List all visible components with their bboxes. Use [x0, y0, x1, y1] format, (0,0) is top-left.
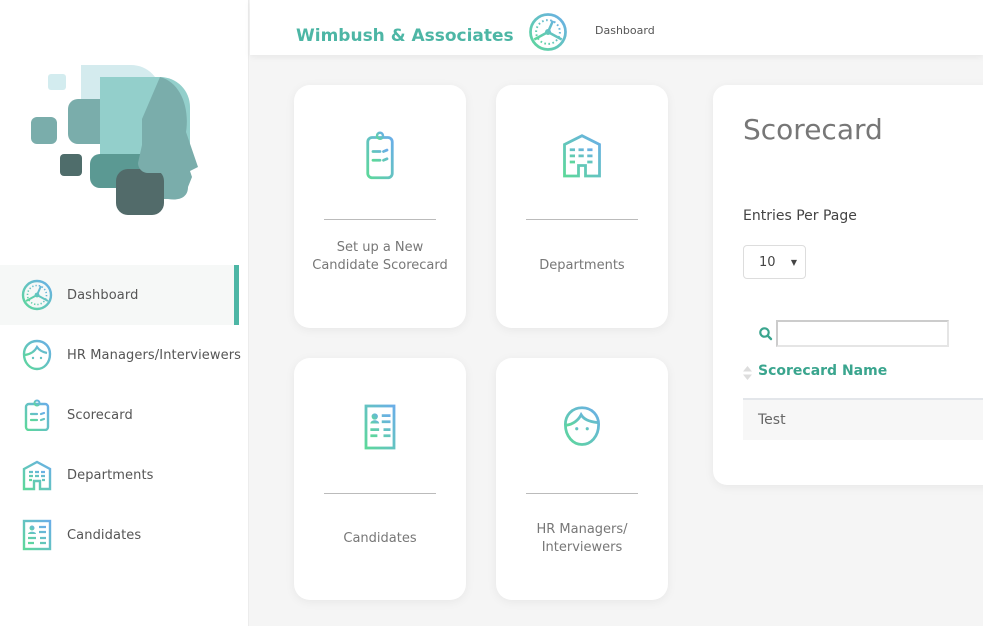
clipboard-icon [21, 399, 53, 431]
sidebar-item-label: Departments [67, 467, 154, 483]
dashboard-gauge-icon [21, 279, 53, 311]
tile-new-scorecard[interactable]: Set up a New Candidate Scorecard [294, 85, 466, 328]
sidebar-item-hr-managers[interactable]: HR Managers/Interviewers [0, 325, 249, 385]
company-name: Wimbush & Associates [296, 26, 514, 46]
tile-departments[interactable]: Departments [496, 85, 668, 328]
tile-label: Departments [539, 258, 625, 273]
sidebar-nav: Dashboard HR Managers/Interviewers Score… [0, 265, 249, 565]
entries-per-page-label: Entries Per Page [743, 208, 857, 224]
tile-divider [526, 493, 638, 494]
building-icon [554, 127, 610, 183]
caret-down-icon: ▼ [790, 258, 797, 267]
tile-divider [324, 219, 436, 220]
search-icon [758, 326, 774, 342]
clipboard-icon [352, 127, 408, 183]
panel-title: Scorecard [743, 113, 883, 146]
person-face-icon [554, 399, 610, 455]
dashboard-gauge-icon [528, 12, 568, 52]
id-card-icon [21, 519, 53, 551]
sidebar-item-label: Candidates [67, 527, 142, 543]
sidebar-item-label: Dashboard [67, 287, 139, 303]
sidebar-item-scorecard[interactable]: Scorecard [0, 385, 249, 445]
scorecard-name-cell: Test [758, 412, 786, 428]
top-bar: Wimbush & Associates Dashboard [250, 0, 983, 55]
sidebar: Dashboard HR Managers/Interviewers Score… [0, 0, 249, 626]
tile-label: HR Managers/ Interviewers [536, 522, 628, 555]
table-row[interactable]: Test [743, 398, 983, 440]
scorecard-panel: Scorecard Entries Per Page 10 ▼ Scorecar… [713, 85, 983, 485]
id-card-icon [352, 399, 408, 455]
person-face-icon [21, 339, 53, 371]
tile-divider [526, 219, 638, 220]
sidebar-item-departments[interactable]: Departments [0, 445, 249, 505]
sort-icon[interactable] [742, 365, 753, 381]
entries-per-page-select[interactable]: 10 ▼ [743, 245, 806, 279]
sidebar-item-label: HR Managers/Interviewers [67, 347, 242, 363]
tile-divider [324, 493, 436, 494]
sidebar-item-label: Scorecard [67, 407, 133, 423]
sidebar-item-dashboard[interactable]: Dashboard [0, 265, 239, 325]
tile-candidates[interactable]: Candidates [294, 358, 466, 600]
column-header-scorecard-name[interactable]: Scorecard Name [758, 363, 887, 379]
head-profile-logo [28, 64, 204, 218]
building-icon [21, 459, 53, 491]
sidebar-item-candidates[interactable]: Candidates [0, 505, 249, 565]
tile-label: Set up a New Candidate Scorecard [312, 240, 448, 273]
entries-per-page-value: 10 [759, 254, 776, 270]
tile-label: Candidates [343, 531, 417, 546]
search-input[interactable] [776, 320, 949, 347]
breadcrumb: Dashboard [595, 24, 655, 37]
tile-hr-managers[interactable]: HR Managers/ Interviewers [496, 358, 668, 600]
